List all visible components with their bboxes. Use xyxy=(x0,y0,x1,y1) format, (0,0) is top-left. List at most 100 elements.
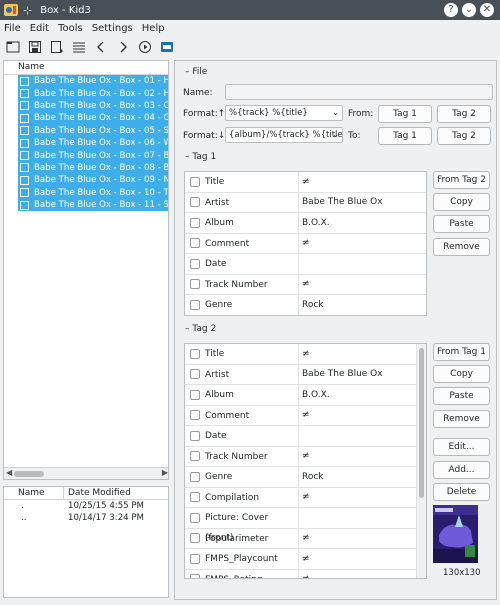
frame-value[interactable]: Babe The Blue Ox xyxy=(299,197,383,207)
scroll-right-icon[interactable]: ▶ xyxy=(162,468,168,477)
tag2-frame-row[interactable]: Popularimeter ≠ xyxy=(185,528,426,549)
file-tree-item[interactable]: Babe The Blue Ox - Box - 01 - Ho xyxy=(18,75,168,88)
tag2-vertical-scrollbar[interactable] xyxy=(416,344,426,578)
open-folder-icon[interactable] xyxy=(3,38,23,56)
frame-value[interactable]: ≠ xyxy=(299,554,310,564)
tag1-frame-row[interactable]: Album B.O.X. xyxy=(185,213,426,234)
tag1-section-toggle[interactable]: – Tag 1 xyxy=(185,152,216,162)
from-tag2-button[interactable]: Tag 2 xyxy=(437,105,491,123)
from-tag1-button[interactable]: From Tag 1 xyxy=(433,343,490,361)
frame-checkbox[interactable] xyxy=(190,369,200,380)
tree-horizontal-scrollbar[interactable]: ◀ ▶ xyxy=(4,467,168,479)
frame-checkbox[interactable] xyxy=(190,471,200,482)
scroll-left-icon[interactable]: ◀ xyxy=(6,468,12,477)
forward-icon[interactable] xyxy=(113,38,133,56)
tag2-frame-row[interactable]: Artist Babe The Blue Ox xyxy=(185,364,426,385)
file-tree[interactable]: Name Babe The Blue Ox - Box - 01 - Ho Bab… xyxy=(3,60,169,480)
frame-checkbox[interactable] xyxy=(190,176,200,187)
tag1-frame-row[interactable]: Comment ≠ xyxy=(185,233,426,254)
frame-checkbox[interactable] xyxy=(190,389,200,400)
dir-row[interactable]: .. 10/14/17 3:24 PM xyxy=(4,512,168,524)
format-down-combo[interactable]: {album}/%{track} %{title} ⌄ xyxy=(225,127,343,143)
to-tag1-button[interactable]: Tag 1 xyxy=(378,127,432,145)
frame-value[interactable]: Rock xyxy=(299,472,324,482)
scrollbar-thumb[interactable] xyxy=(14,471,44,477)
file-tree-item[interactable]: Babe The Blue Ox - Box - 10 - To xyxy=(18,186,168,199)
play-icon[interactable] xyxy=(135,38,155,56)
tag2-remove-button[interactable]: Remove xyxy=(433,410,490,428)
file-tree-item[interactable]: Babe The Blue Ox - Box - 03 - Ch xyxy=(18,99,168,113)
file-tree-item[interactable]: Babe The Blue Ox - Box - 04 - Gy xyxy=(18,112,168,125)
frame-value[interactable]: ≠ xyxy=(299,533,310,543)
tag1-copy-button[interactable]: Copy xyxy=(433,193,490,211)
tag1-paste-button[interactable]: Paste xyxy=(433,215,490,233)
frame-checkbox[interactable] xyxy=(190,451,200,462)
frame-checkbox[interactable] xyxy=(190,238,200,249)
frame-checkbox[interactable] xyxy=(190,430,200,441)
to-tag2-button[interactable]: Tag 2 xyxy=(437,127,491,145)
tag2-frame-row[interactable]: Track Number ≠ xyxy=(185,446,426,467)
menu-settings[interactable]: Settings xyxy=(92,23,133,34)
menu-help[interactable]: Help xyxy=(142,23,165,34)
tag2-paste-button[interactable]: Paste xyxy=(433,387,490,405)
tag2-frame-row[interactable]: Date xyxy=(185,426,426,447)
menu-file[interactable]: File xyxy=(4,23,21,34)
frame-checkbox[interactable] xyxy=(190,574,200,578)
tag2-frame-row[interactable]: Genre Rock xyxy=(185,467,426,488)
tag2-table[interactable]: Title ≠ Artist Babe The Blue Ox Album B.O.X. C… xyxy=(184,343,427,579)
frame-value[interactable]: Babe The Blue Ox xyxy=(299,369,383,379)
new-dropdown-icon[interactable] xyxy=(47,38,67,56)
frame-checkbox[interactable] xyxy=(190,258,200,269)
frame-value[interactable]: ≠ xyxy=(299,238,310,248)
tag2-frame-row[interactable]: Comment ≠ xyxy=(185,405,426,426)
dir-header-date[interactable]: Date Modified xyxy=(64,487,131,499)
tag1-frame-row[interactable]: Title ≠ xyxy=(185,172,426,193)
tag1-table[interactable]: Title ≠ Artist Babe The Blue Ox Album B.O.X. C… xyxy=(184,171,427,316)
frame-checkbox[interactable] xyxy=(190,348,200,359)
frame-checkbox[interactable] xyxy=(190,197,200,208)
frame-checkbox[interactable] xyxy=(190,512,200,523)
dir-row[interactable]: . 10/25/15 4:55 PM xyxy=(4,500,168,512)
frame-value[interactable]: B.O.X. xyxy=(299,218,330,228)
frame-value[interactable]: ≠ xyxy=(299,177,310,187)
file-tree-item[interactable]: Babe The Blue Ox - Box - 06 - Wa xyxy=(18,136,168,150)
frame-checkbox[interactable] xyxy=(190,299,200,310)
filename-input[interactable] xyxy=(225,84,493,100)
help-window-icon[interactable]: ? xyxy=(444,3,458,17)
scrollbar-thumb[interactable] xyxy=(419,348,424,498)
from-tag1-button[interactable]: Tag 1 xyxy=(378,105,432,123)
pin-icon[interactable]: ⊹ xyxy=(23,4,32,17)
tree-header-name[interactable]: Name xyxy=(4,61,168,75)
file-tree-item[interactable]: Babe The Blue Ox - Box - 09 - Na xyxy=(18,174,168,187)
frame-value[interactable]: ≠ xyxy=(299,279,310,289)
tag2-section-toggle[interactable]: – Tag 2 xyxy=(185,324,216,334)
frame-value[interactable]: ≠ xyxy=(299,451,310,461)
frame-edit-button[interactable]: Edit... xyxy=(433,438,490,456)
menu-edit[interactable]: Edit xyxy=(30,23,49,34)
minimize-window-icon[interactable]: ⌄ xyxy=(462,3,476,17)
file-tree-item[interactable]: Babe The Blue Ox - Box - 08 - Bo xyxy=(18,161,168,175)
tag2-frame-row[interactable]: Picture: Cover (front) xyxy=(185,508,426,543)
tag2-frame-row[interactable]: FMPS_Playcount ≠ xyxy=(185,549,426,570)
file-tree-item[interactable]: Babe The Blue Ox - Box - 11 - Sm xyxy=(18,198,168,212)
save-icon[interactable] xyxy=(25,38,45,56)
file-tree-item[interactable]: Babe The Blue Ox - Box - 05 - Spa xyxy=(18,124,168,137)
frame-value[interactable]: ≠ xyxy=(299,574,310,578)
frame-checkbox[interactable] xyxy=(190,492,200,503)
back-icon[interactable] xyxy=(91,38,111,56)
frame-value[interactable]: Rock xyxy=(299,300,324,310)
tag2-frame-row[interactable]: Compilation ≠ xyxy=(185,487,426,508)
file-tree-item[interactable]: Babe The Blue Ox - Box - 02 - Ho xyxy=(18,87,168,100)
tag1-frame-row[interactable]: Track Number ≠ xyxy=(185,274,426,295)
screen-icon[interactable] xyxy=(157,38,177,56)
tag1-remove-button[interactable]: Remove xyxy=(433,238,490,256)
frame-checkbox[interactable] xyxy=(190,217,200,228)
menu-tools[interactable]: Tools xyxy=(58,23,83,34)
frame-add-button[interactable]: Add... xyxy=(433,461,490,479)
frame-checkbox[interactable] xyxy=(190,410,200,421)
frame-value[interactable]: ≠ xyxy=(299,492,310,502)
tag2-frame-row[interactable]: FMPS_Rating≠ xyxy=(185,569,426,578)
dir-header-name[interactable]: Name xyxy=(4,487,64,499)
tag2-frame-row[interactable]: Album B.O.X. xyxy=(185,385,426,406)
frame-checkbox[interactable] xyxy=(190,533,200,544)
